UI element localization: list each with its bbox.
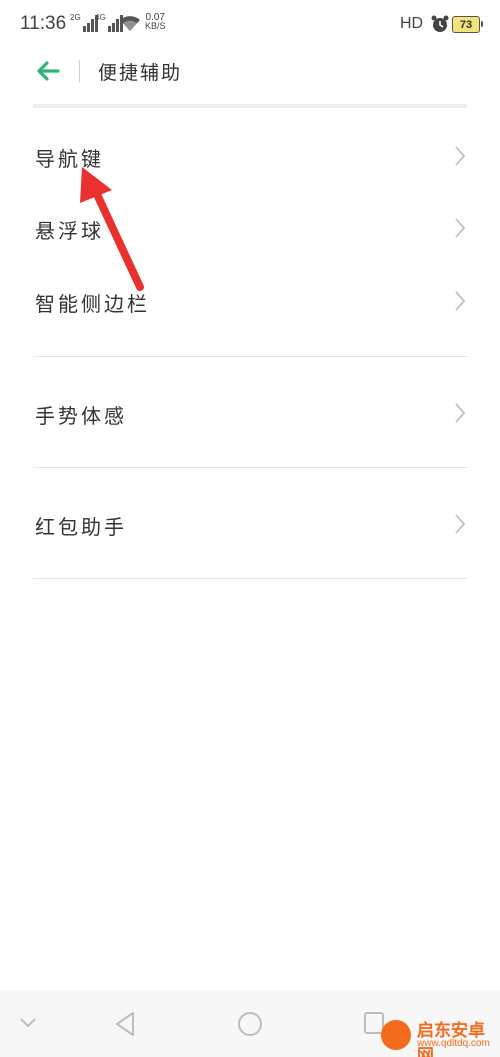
list-item-label: 手势体感 xyxy=(35,404,127,428)
group-divider xyxy=(33,467,467,468)
home-circle-icon[interactable] xyxy=(236,1010,264,1038)
chevron-right-icon xyxy=(455,514,466,534)
list-item-floating-ball[interactable]: 悬浮球 xyxy=(33,199,467,259)
hd-voice-indicator: HD xyxy=(400,15,424,32)
alarm-clock-icon xyxy=(431,15,449,32)
back-triangle-icon[interactable] xyxy=(112,1010,138,1038)
header-divider xyxy=(33,104,467,108)
chevron-down-icon[interactable] xyxy=(18,1016,38,1030)
list-item-smart-sidebar[interactable]: 智能侧边栏 xyxy=(33,272,467,332)
list-item-label: 智能侧边栏 xyxy=(35,292,150,316)
list-item-gestures[interactable]: 手势体感 xyxy=(33,384,467,444)
watermark-name: 启东安卓网 xyxy=(417,1021,485,1057)
battery-level: 73 xyxy=(459,18,473,31)
page-title: 便捷辅助 xyxy=(98,62,183,84)
watermark: 启东安卓网 www.qdltdq.com xyxy=(373,1014,498,1057)
chevron-right-icon xyxy=(455,218,466,238)
chevron-right-icon xyxy=(455,291,466,311)
group-divider xyxy=(33,578,467,579)
network-type-label: 2G xyxy=(70,13,81,22)
chevron-right-icon xyxy=(455,403,466,423)
network-speed-unit: KB/S xyxy=(145,21,166,31)
watermark-url: www.qdltdq.com xyxy=(417,1038,490,1049)
arrow-left-icon xyxy=(37,61,60,81)
list-item-label: 悬浮球 xyxy=(35,219,104,243)
network-speed: 0.07 KB/S xyxy=(145,13,166,31)
title-bar: 便捷辅助 xyxy=(0,48,500,98)
chevron-right-icon xyxy=(455,146,466,166)
status-bar: 11:36 2G 4G 0.07 KB/S HD 73 xyxy=(0,0,500,48)
status-time: 11:36 xyxy=(20,13,67,34)
title-separator xyxy=(79,60,80,82)
group-divider xyxy=(33,356,467,357)
list-item-label: 红包助手 xyxy=(35,515,127,539)
network-type-label: 4G xyxy=(95,13,106,22)
watermark-logo-icon xyxy=(381,1020,411,1050)
back-button[interactable] xyxy=(34,58,64,84)
battery-indicator: 73 xyxy=(452,16,483,33)
screen: 11:36 2G 4G 0.07 KB/S HD 73 便捷辅助 导航键 悬浮球… xyxy=(0,0,500,1057)
wifi-icon xyxy=(120,16,140,31)
list-item-red-packet-assistant[interactable]: 红包助手 xyxy=(33,495,467,555)
list-item-navigation-keys[interactable]: 导航键 xyxy=(33,127,467,187)
list-item-label: 导航键 xyxy=(35,147,104,171)
